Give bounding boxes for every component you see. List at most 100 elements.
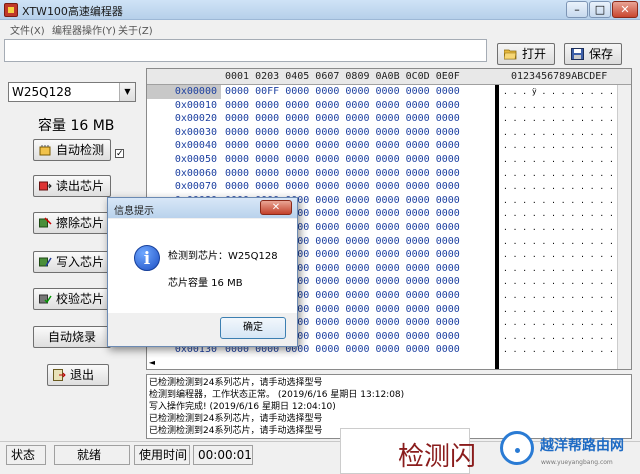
hex-address: 0x00060	[174, 167, 217, 179]
ascii-row[interactable]: . . . . . . . . . . . . . . . .	[503, 275, 631, 289]
auto-burn-label: 自动烧录	[48, 330, 97, 344]
menu-programmer-ops[interactable]: 编程器操作(Y)	[52, 22, 116, 37]
log-line: 写入操作完成! (2019/6/16 星期日 12:04:10)	[149, 402, 336, 412]
verify-chip-label: 校验芯片	[56, 292, 105, 306]
close-button[interactable]: ✕	[612, 1, 638, 18]
ascii-row[interactable]: . . . . . . . . . . . . . . . .	[503, 167, 631, 181]
hex-column-labels: 0001 0203 0405 0607 0809 0A0B 0C0D 0E0F	[225, 71, 460, 82]
dialog-message-capacity: 芯片容量 16 MB	[168, 278, 243, 289]
write-chip-button[interactable]: 写入芯片	[33, 251, 111, 273]
write-chip-icon	[39, 257, 52, 267]
ascii-row[interactable]: . . . . . . . . . . . . . . . .	[503, 194, 631, 208]
ascii-row[interactable]: . . . . . . . . . . . . . . . .	[503, 248, 631, 262]
hex-row[interactable]: 0000 0000 0000 0000 0000 0000 0000 0000	[225, 126, 460, 140]
log-line: 已检测检测到24系列芯片，请手动选择型号	[149, 426, 323, 436]
ascii-row[interactable]: . . . . . . . . . . . . . . . .	[503, 289, 631, 303]
log-line: 已检测检测到24系列芯片，请手动选择型号	[149, 414, 323, 424]
wifi-logo-icon	[500, 431, 534, 465]
save-button[interactable]: 保存	[564, 43, 622, 65]
verify-chip-icon	[39, 294, 52, 304]
ascii-column-labels: 0123456789ABCDEF	[511, 71, 608, 82]
hex-address: 0x00020	[174, 113, 217, 125]
auto-detect-label: 自动检测	[56, 143, 105, 157]
ascii-row[interactable]: . . . . . . . . . . . . . . . .	[503, 180, 631, 194]
vertical-scrollbar[interactable]	[617, 85, 631, 369]
column-separator	[495, 85, 499, 369]
ascii-row[interactable]: . . . . . . . . . . . . . . . .	[503, 343, 631, 357]
dialog-title-bar: 信息提示 ✕	[108, 198, 297, 218]
title-bar: XTW100高速编程器 – □ ✕	[0, 0, 640, 20]
open-button[interactable]: 打开	[497, 43, 555, 65]
ascii-row[interactable]: . . . . . . . . . . . . . . . .	[503, 316, 631, 330]
hex-row[interactable]: 0000 0000 0000 0000 0000 0000 0000 0000	[225, 180, 460, 194]
elapsed-time-value: 00:00:01	[193, 445, 253, 465]
hex-address: 0x00000	[174, 86, 217, 97]
hex-row[interactable]: 0000 0000 0000 0000 0000 0000 0000 0000	[225, 99, 460, 113]
menu-about[interactable]: 关于(Z)	[118, 22, 153, 37]
watermark-text: 检测闪	[398, 442, 477, 472]
ascii-row[interactable]: . . . . . . . . . . . . . . . .	[503, 207, 631, 221]
open-button-label: 打开	[522, 47, 547, 61]
hex-row[interactable]: 0000 0000 0000 0000 0000 0000 0000 0000	[225, 167, 460, 181]
hex-row[interactable]: 0000 00FF 0000 0000 0000 0000 0000 0000	[225, 85, 460, 99]
read-chip-button[interactable]: 读出芯片	[33, 175, 111, 197]
write-chip-label: 写入芯片	[56, 255, 105, 269]
status-label: 状态	[6, 445, 46, 465]
detect-chip-icon	[39, 145, 51, 156]
status-value: 就绪	[54, 445, 130, 465]
dialog-title: 信息提示	[114, 206, 154, 217]
ascii-row[interactable]: . . . . . . . . . . . . . . . .	[503, 139, 631, 153]
hex-column-header: 0001 0203 0405 0607 0809 0A0B 0C0D 0E0F …	[147, 69, 631, 85]
log-line: 检测到编程器，工作状态正常。 (2019/6/16 星期日 13:12:08)	[149, 390, 405, 400]
hex-address: 0x00040	[174, 140, 217, 152]
erase-chip-icon	[39, 217, 52, 228]
ascii-row[interactable]: . . . . . . . . . . . . . . . .	[503, 330, 631, 344]
hex-row[interactable]: 0000 0000 0000 0000 0000 0000 0000 0000	[225, 112, 460, 126]
exit-label: 退出	[70, 368, 95, 382]
info-dialog: 信息提示 ✕ i 检测到芯片：W25Q128 芯片容量 16 MB 确定	[107, 197, 298, 347]
ascii-row[interactable]: . . . ÿ . . . . . . . . . . . .	[503, 85, 631, 99]
verify-chip-button[interactable]: 校验芯片	[33, 288, 111, 310]
read-chip-label: 读出芯片	[56, 179, 105, 193]
minimize-button[interactable]: –	[566, 1, 588, 18]
ascii-row[interactable]: . . . . . . . . . . . . . . . .	[503, 126, 631, 140]
auto-detect-button[interactable]: 自动检测	[33, 139, 111, 161]
exit-button[interactable]: 退出	[47, 364, 109, 386]
ascii-data-area[interactable]: . . . ÿ . . . . . . . . . . . .. . . . .…	[503, 85, 631, 357]
erase-chip-button[interactable]: 擦除芯片	[33, 212, 111, 234]
chip-model-select[interactable]: W25Q128 ▼	[8, 82, 136, 102]
hex-row[interactable]: 0000 0000 0000 0000 0000 0000 0000 0000	[225, 139, 460, 153]
info-icon: i	[134, 245, 160, 271]
maximize-button[interactable]: □	[589, 1, 611, 18]
save-button-label: 保存	[589, 47, 614, 61]
window-title: XTW100高速编程器	[22, 5, 123, 18]
menu-file[interactable]: 文件(X)	[10, 22, 45, 37]
ascii-row[interactable]: . . . . . . . . . . . . . . . .	[503, 235, 631, 249]
hex-row[interactable]: 0000 0000 0000 0000 0000 0000 0000 0000	[225, 153, 460, 167]
auto-burn-button[interactable]: 自动烧录	[33, 326, 111, 348]
erase-chip-label: 擦除芯片	[56, 216, 105, 230]
hex-address: 0x00010	[174, 99, 217, 111]
ascii-row[interactable]: . . . . . . . . . . . . . . . .	[503, 153, 631, 167]
dialog-ok-button[interactable]: 确定	[220, 317, 286, 339]
app-icon	[4, 3, 18, 17]
chevron-down-icon[interactable]: ▼	[119, 83, 135, 101]
auto-detect-checkbox[interactable]: ✓	[115, 149, 124, 159]
floppy-disk-icon	[571, 48, 584, 60]
ascii-row[interactable]: . . . . . . . . . . . . . . . .	[503, 303, 631, 317]
folder-open-icon	[504, 49, 517, 60]
ascii-row[interactable]: . . . . . . . . . . . . . . . .	[503, 112, 631, 126]
ascii-row[interactable]: . . . . . . . . . . . . . . . .	[503, 262, 631, 276]
hex-address: 0x00030	[174, 126, 217, 138]
brand-name: 越洋帮路由网	[540, 438, 624, 454]
scroll-left-icon[interactable]: ◄	[146, 357, 158, 369]
exit-icon	[53, 369, 66, 381]
ascii-row[interactable]: . . . . . . . . . . . . . . . .	[503, 221, 631, 235]
dialog-close-button[interactable]: ✕	[260, 200, 292, 215]
read-chip-icon	[39, 181, 52, 191]
chip-model-value: W25Q128	[12, 85, 72, 99]
ascii-row[interactable]: . . . . . . . . . . . . . . . .	[503, 99, 631, 113]
file-path-field[interactable]	[4, 39, 487, 62]
elapsed-time-label: 使用时间	[134, 445, 190, 465]
log-line: 已检测检测到24系列芯片，请手动选择型号	[149, 378, 323, 388]
